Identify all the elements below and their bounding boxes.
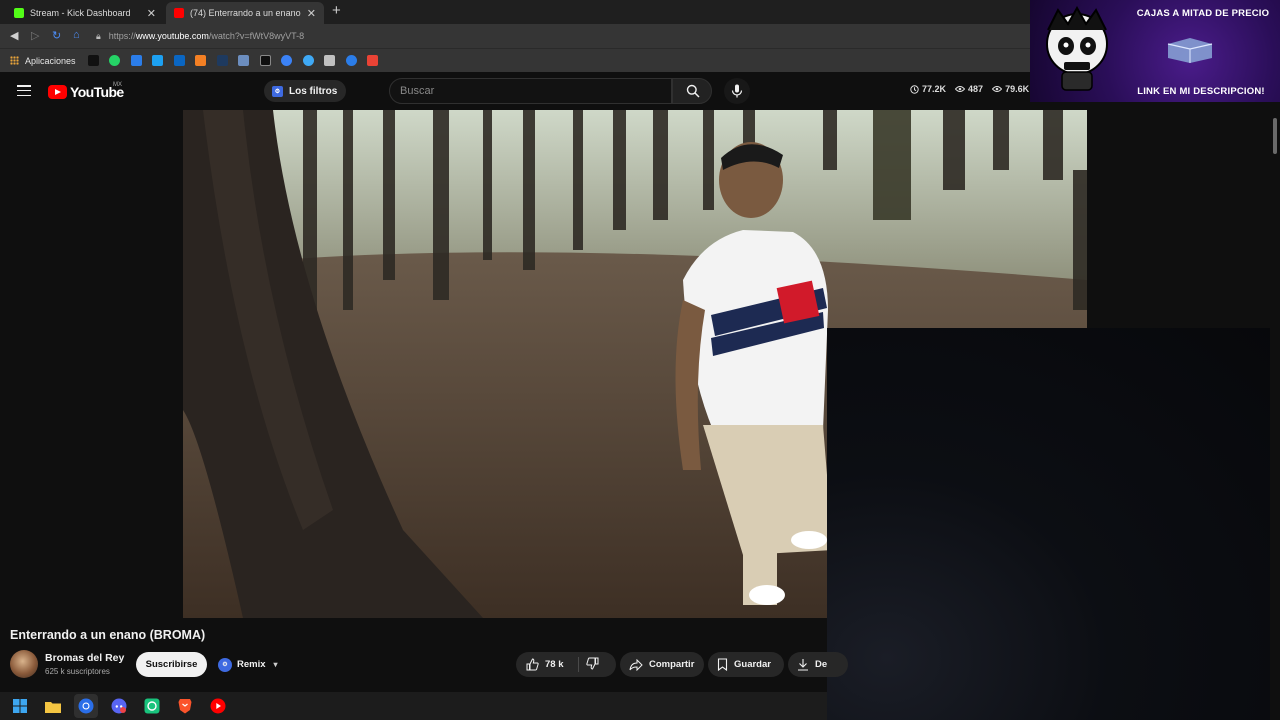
stream-promo-overlay: CAJAS A MITAD DE PRECIO LINK EN MI DESCR… (1030, 0, 1280, 102)
stat-item: 77.2K (910, 84, 946, 94)
stat-item: 79.6K (992, 84, 1029, 94)
chrome-icon[interactable] (74, 694, 98, 718)
url-host: www.youtube.com (135, 31, 209, 41)
bookmark-icon[interactable] (345, 55, 357, 66)
forward-icon[interactable]: ▷ (31, 29, 39, 42)
country-code: MX (113, 82, 122, 88)
extension-stats: 77.2K 487 79.6K (910, 84, 1038, 94)
save-label: Guardar (734, 659, 771, 670)
microphone-icon (731, 84, 743, 98)
divider (578, 657, 579, 672)
bookmark-icon[interactable] (130, 55, 142, 66)
file-explorer-icon[interactable] (41, 694, 65, 718)
close-tab-icon[interactable]: ✕ (147, 7, 156, 20)
page-scrollbar[interactable] (1270, 110, 1280, 720)
bookmark-icon[interactable] (173, 55, 185, 66)
search-icon (686, 84, 700, 98)
share-label: Compartir (649, 659, 695, 670)
download-button[interactable]: De (788, 652, 848, 677)
stat-value: 79.6K (1005, 84, 1030, 94)
bookmark-apps[interactable]: Aplicaciones (10, 56, 76, 66)
back-icon[interactable]: ◀ (10, 29, 18, 42)
thumbs-up-icon (526, 658, 539, 671)
reload-icon[interactable]: ↻ (52, 29, 61, 42)
new-tab-icon[interactable]: + (332, 2, 341, 19)
bookmark-icon[interactable] (87, 55, 99, 66)
share-button[interactable]: Compartir (620, 652, 704, 677)
filters-button[interactable]: ⚙ Los filtros (264, 80, 347, 102)
youtube-masthead: YouTube MX ⚙ Los filtros 77.2K 487 79.6K (0, 72, 1030, 110)
address-bar[interactable]: 🔒︎ https://www.youtube.com/watch?v=fWtV8… (96, 27, 1032, 45)
clock-icon (910, 84, 919, 94)
home-icon[interactable]: ⌂ (73, 29, 80, 41)
youtube-music-icon[interactable] (206, 694, 230, 718)
filters-label: Los filtros (289, 85, 338, 97)
stat-item: 487 (955, 84, 983, 94)
tab-label: Stream - Kick Dashboard (30, 8, 131, 18)
chatgpt-icon[interactable] (140, 694, 164, 718)
download-icon (798, 659, 808, 671)
stat-value: 77.2K (922, 84, 947, 94)
subscribe-button[interactable]: Suscribirse (136, 652, 207, 677)
crate-icon (1167, 38, 1213, 63)
remix-button[interactable]: ⚙ Remix ▾ (214, 652, 284, 677)
channel-avatar[interactable] (10, 650, 38, 678)
bookmark-apps-label: Aplicaciones (25, 55, 76, 66)
bookmark-icon (717, 658, 728, 671)
discord-icon[interactable] (107, 694, 131, 718)
video-title: Enterrando a un enano (BROMA) (10, 628, 206, 642)
scrollbar-thumb[interactable] (1273, 118, 1277, 154)
windows-taskbar (0, 692, 827, 720)
search-button[interactable] (672, 78, 712, 104)
bookmark-icon[interactable] (216, 55, 228, 66)
lock-icon: 🔒︎ (96, 30, 101, 41)
stat-value: 487 (968, 84, 984, 94)
like-count: 78 k (545, 659, 564, 670)
tab-label: (74) Enterrando a un enano (190, 8, 301, 18)
channel-name[interactable]: Bromas del Rey (45, 652, 124, 664)
subscriber-count: 625 k suscriptores (45, 667, 110, 676)
remix-icon: ⚙ (218, 657, 232, 672)
windows-start-icon[interactable] (8, 694, 32, 718)
youtube-favicon-icon (174, 8, 184, 18)
brave-icon[interactable] (173, 694, 197, 718)
kick-favicon-icon (14, 8, 24, 18)
bookmark-icon[interactable] (302, 55, 314, 66)
bookmark-icon[interactable] (324, 55, 336, 66)
bookmark-icon[interactable] (238, 55, 250, 66)
bookmark-icon[interactable] (152, 55, 164, 66)
search-input[interactable] (389, 78, 672, 104)
tab-kick-dashboard[interactable]: Stream - Kick Dashboard ✕ (6, 2, 164, 24)
save-button[interactable]: Guardar (708, 652, 784, 677)
filter-extension-icon: ⚙ (272, 85, 283, 97)
webcam-overlay (827, 328, 1280, 720)
promo-headline: CAJAS A MITAD DE PRECIO (1136, 8, 1270, 19)
bookmark-icon[interactable] (195, 55, 207, 66)
promo-subtext: LINK EN MI DESCRIPCION! (1137, 86, 1265, 97)
download-label: De (815, 659, 828, 670)
mascot-skull-image (1046, 6, 1108, 91)
share-arrow-icon (629, 658, 643, 671)
tab-youtube-video[interactable]: (74) Enterrando a un enano ✕ (166, 2, 324, 24)
remix-label: Remix (237, 659, 266, 670)
menu-icon[interactable] (17, 85, 31, 96)
youtube-play-icon (48, 85, 67, 99)
like-button[interactable]: 78 k (516, 652, 616, 677)
url-path: /watch?v=fWtV8wyVT-8 (208, 31, 305, 41)
thumbs-down-icon[interactable] (586, 657, 599, 670)
close-tab-icon[interactable]: ✕ (307, 7, 316, 20)
eye-icon (955, 86, 966, 92)
voice-search-button[interactable] (724, 78, 750, 104)
chevron-down-icon: ▾ (273, 660, 278, 669)
apps-grid-icon (10, 56, 19, 65)
whatsapp-bookmark-icon[interactable] (109, 55, 121, 66)
url-prefix: https:// (108, 31, 136, 41)
bookmark-icon[interactable] (259, 55, 271, 66)
eye-icon (992, 86, 1003, 92)
gmail-bookmark-icon[interactable] (367, 55, 379, 66)
bookmark-icon[interactable] (281, 55, 293, 66)
